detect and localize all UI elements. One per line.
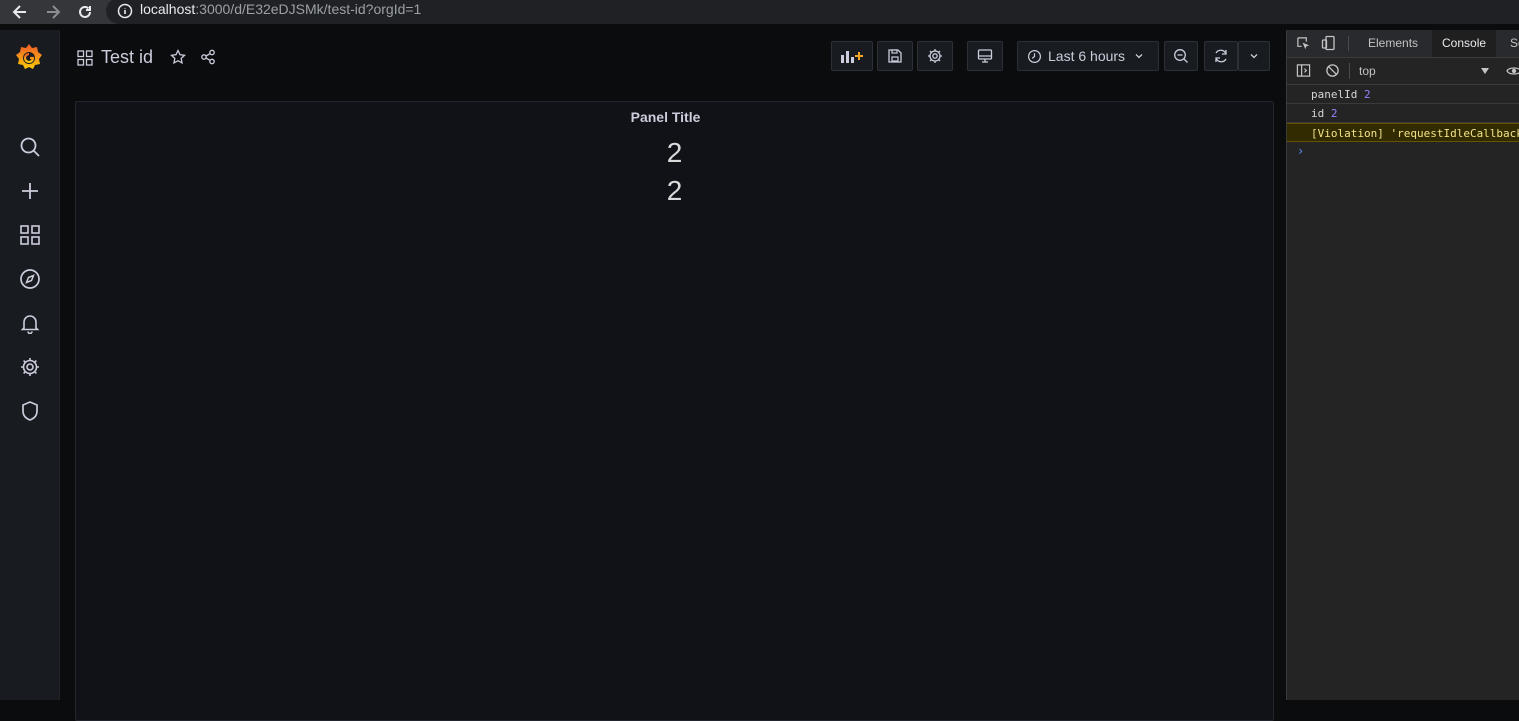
clock-icon [1027, 49, 1042, 63]
url-text[interactable]: localhost:3000/d/E32eDJSMk/test-id?orgId… [140, 1, 421, 17]
zoom-out-button[interactable] [1164, 41, 1198, 71]
add-panel-button[interactable] [831, 41, 873, 71]
divider [1348, 36, 1349, 51]
dashboard-settings-button[interactable] [917, 41, 953, 71]
shield-icon[interactable] [19, 400, 41, 422]
console-prompt[interactable]: › [1297, 144, 1304, 158]
refresh-interval-dropdown[interactable] [1238, 41, 1270, 71]
reload-icon [79, 5, 91, 18]
eye-icon[interactable] [1506, 64, 1519, 78]
sidebar [0, 30, 60, 700]
monitor-icon [977, 49, 993, 63]
back-button[interactable] [11, 3, 29, 21]
grafana-logo-icon[interactable] [13, 42, 45, 74]
panel-value-2: 2 [666, 175, 683, 206]
context-selector[interactable]: top [1359, 64, 1376, 78]
cycle-view-mode-button[interactable] [967, 41, 1003, 71]
tab-sources[interactable]: So [1510, 36, 1519, 50]
chevron-down-icon [1250, 54, 1258, 59]
devtools-panel: Elements Console So top panelId 2 id 2 [… [1286, 30, 1519, 700]
console-log-line: id 2 [1287, 104, 1519, 123]
chevron-down-icon [1135, 54, 1143, 59]
dashboard-title[interactable]: Test id [101, 47, 153, 68]
time-range-picker[interactable]: Last 6 hours [1017, 41, 1159, 71]
tab-elements[interactable]: Elements [1368, 36, 1418, 50]
panel-value-1: 2 [666, 137, 683, 168]
save-icon [888, 49, 902, 63]
tab-console[interactable]: Console [1432, 30, 1497, 57]
dashboard-main: Test id Last 6 hours Panel Title 2 2 [60, 30, 1286, 721]
gear-icon [928, 49, 942, 63]
devtools-tabs: Elements Console So [1287, 30, 1519, 58]
log-value: 2 [1330, 107, 1338, 120]
caret-down-icon[interactable] [1480, 67, 1490, 75]
url-host: localhost [140, 1, 196, 17]
sidebar-toggle-icon[interactable] [1296, 63, 1311, 78]
arrow-left-icon [12, 5, 26, 19]
refresh-button[interactable] [1204, 41, 1238, 71]
panel-title[interactable]: Panel Title [67, 109, 1264, 125]
address-bar[interactable]: localhost:3000/d/E32eDJSMk/test-id?orgId… [106, 0, 1519, 24]
info-icon[interactable] [117, 3, 133, 19]
config-icon[interactable] [19, 356, 41, 378]
share-icon[interactable] [200, 49, 216, 65]
dashboards-icon[interactable] [19, 224, 41, 246]
refresh-icon [1215, 49, 1227, 63]
device-toolbar-icon[interactable] [1321, 35, 1337, 51]
arrow-right-icon [47, 5, 61, 19]
clear-console-icon[interactable] [1325, 63, 1340, 78]
dashboard-grid-icon [77, 50, 93, 66]
add-panel-icon [841, 51, 863, 63]
console-warning-line: [Violation] 'requestIdleCallback [1287, 123, 1519, 142]
forward-button[interactable] [44, 3, 62, 21]
url-path: :3000/d/E32eDJSMk/test-id?orgId=1 [195, 1, 422, 17]
star-icon[interactable] [170, 49, 186, 65]
log-value: 2 [1363, 88, 1371, 101]
panel[interactable]: Panel Title 2 2 [75, 101, 1274, 721]
time-range-label: Last 6 hours [1048, 48, 1126, 64]
divider [1349, 63, 1350, 79]
browser-toolbar: localhost:3000/d/E32eDJSMk/test-id?orgId… [0, 0, 1519, 24]
alerting-icon[interactable] [19, 312, 41, 334]
save-dashboard-button[interactable] [877, 41, 913, 71]
log-label: id [1311, 107, 1325, 120]
explore-icon[interactable] [19, 268, 41, 290]
log-label: panelId [1311, 88, 1358, 101]
search-icon[interactable] [19, 136, 41, 158]
zoom-out-icon [1174, 49, 1188, 63]
console-toolbar: top [1287, 58, 1519, 85]
plus-icon[interactable] [19, 180, 41, 202]
reload-button[interactable] [76, 3, 94, 21]
console-log-line: panelId 2 [1287, 85, 1519, 104]
inspect-element-icon[interactable] [1296, 36, 1311, 51]
